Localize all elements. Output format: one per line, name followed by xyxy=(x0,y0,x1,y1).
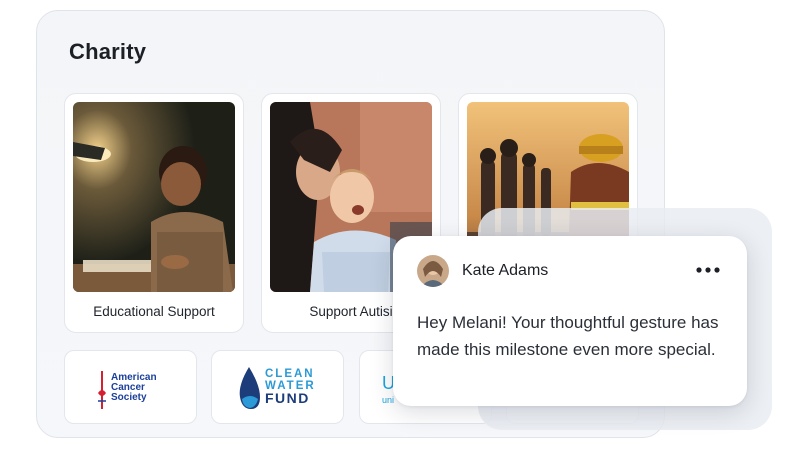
avatar xyxy=(417,255,449,287)
clean-water-line3: FUND xyxy=(265,390,310,406)
acs-logo-text: American Cancer Society xyxy=(111,372,157,403)
stage: Charity Educational Support Support Auti… xyxy=(0,0,800,450)
charity-title: Charity xyxy=(69,39,147,64)
clean-water-fund-logo-card[interactable]: CLEAN WATER FUND xyxy=(211,350,344,424)
card-label: Educational Support xyxy=(93,304,215,319)
chat-message-text: Hey Melani! Your thoughtful gesture has … xyxy=(417,313,719,359)
unicef-text: uni xyxy=(382,395,395,405)
educational-support-photo xyxy=(73,102,235,292)
more-horizontal-icon[interactable] xyxy=(695,262,721,278)
chat-sender-name: Kate Adams xyxy=(462,262,549,279)
american-cancer-society-logo-card[interactable]: American Cancer Society xyxy=(64,350,197,424)
chat-message-card[interactable]: Kate Adams Hey Melani! Your thoughtful g… xyxy=(393,236,747,406)
charity-card-educational-support[interactable]: Educational Support xyxy=(64,93,244,333)
